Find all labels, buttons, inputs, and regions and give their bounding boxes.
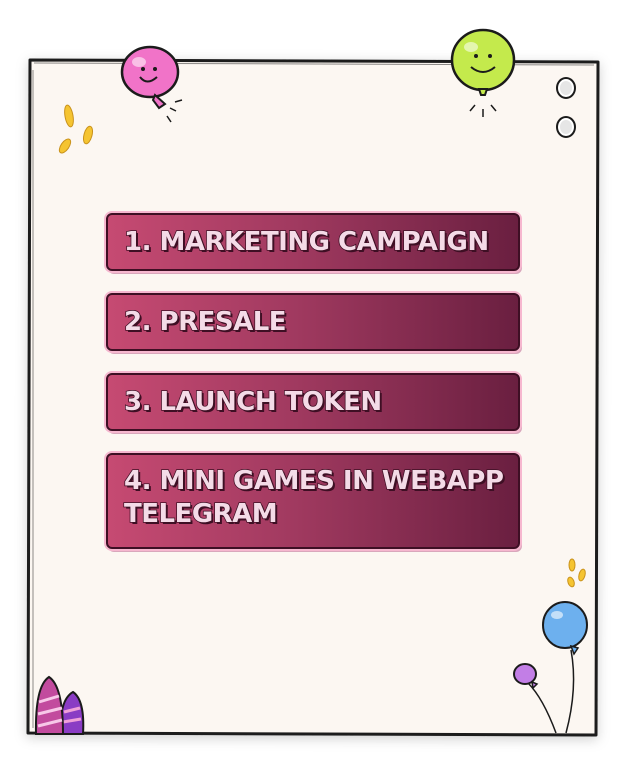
coin-confetti-icon bbox=[567, 558, 586, 588]
blue-balloon-icon bbox=[513, 601, 588, 734]
roadmap-step-4[interactable]: 4. MINI GAMES IN WEBAPP TELEGRAM bbox=[106, 453, 520, 549]
coin-confetti-icon bbox=[58, 104, 94, 154]
pink-balloon-icon bbox=[120, 45, 183, 123]
roadmap-list: 1. MARKETING CAMPAIGN 2. PRESALE 3. LAUN… bbox=[106, 213, 520, 571]
easter-egg-icon bbox=[34, 675, 85, 735]
roadmap-card: 1. MARKETING CAMPAIGN 2. PRESALE 3. LAUN… bbox=[0, 0, 625, 761]
roadmap-step-2[interactable]: 2. PRESALE bbox=[106, 293, 520, 351]
binder-hole-icon bbox=[556, 77, 576, 138]
purple-balloon-icon bbox=[513, 663, 539, 690]
green-balloon-icon bbox=[450, 28, 516, 117]
roadmap-step-3[interactable]: 3. LAUNCH TOKEN bbox=[106, 373, 520, 431]
roadmap-step-1[interactable]: 1. MARKETING CAMPAIGN bbox=[106, 213, 520, 271]
